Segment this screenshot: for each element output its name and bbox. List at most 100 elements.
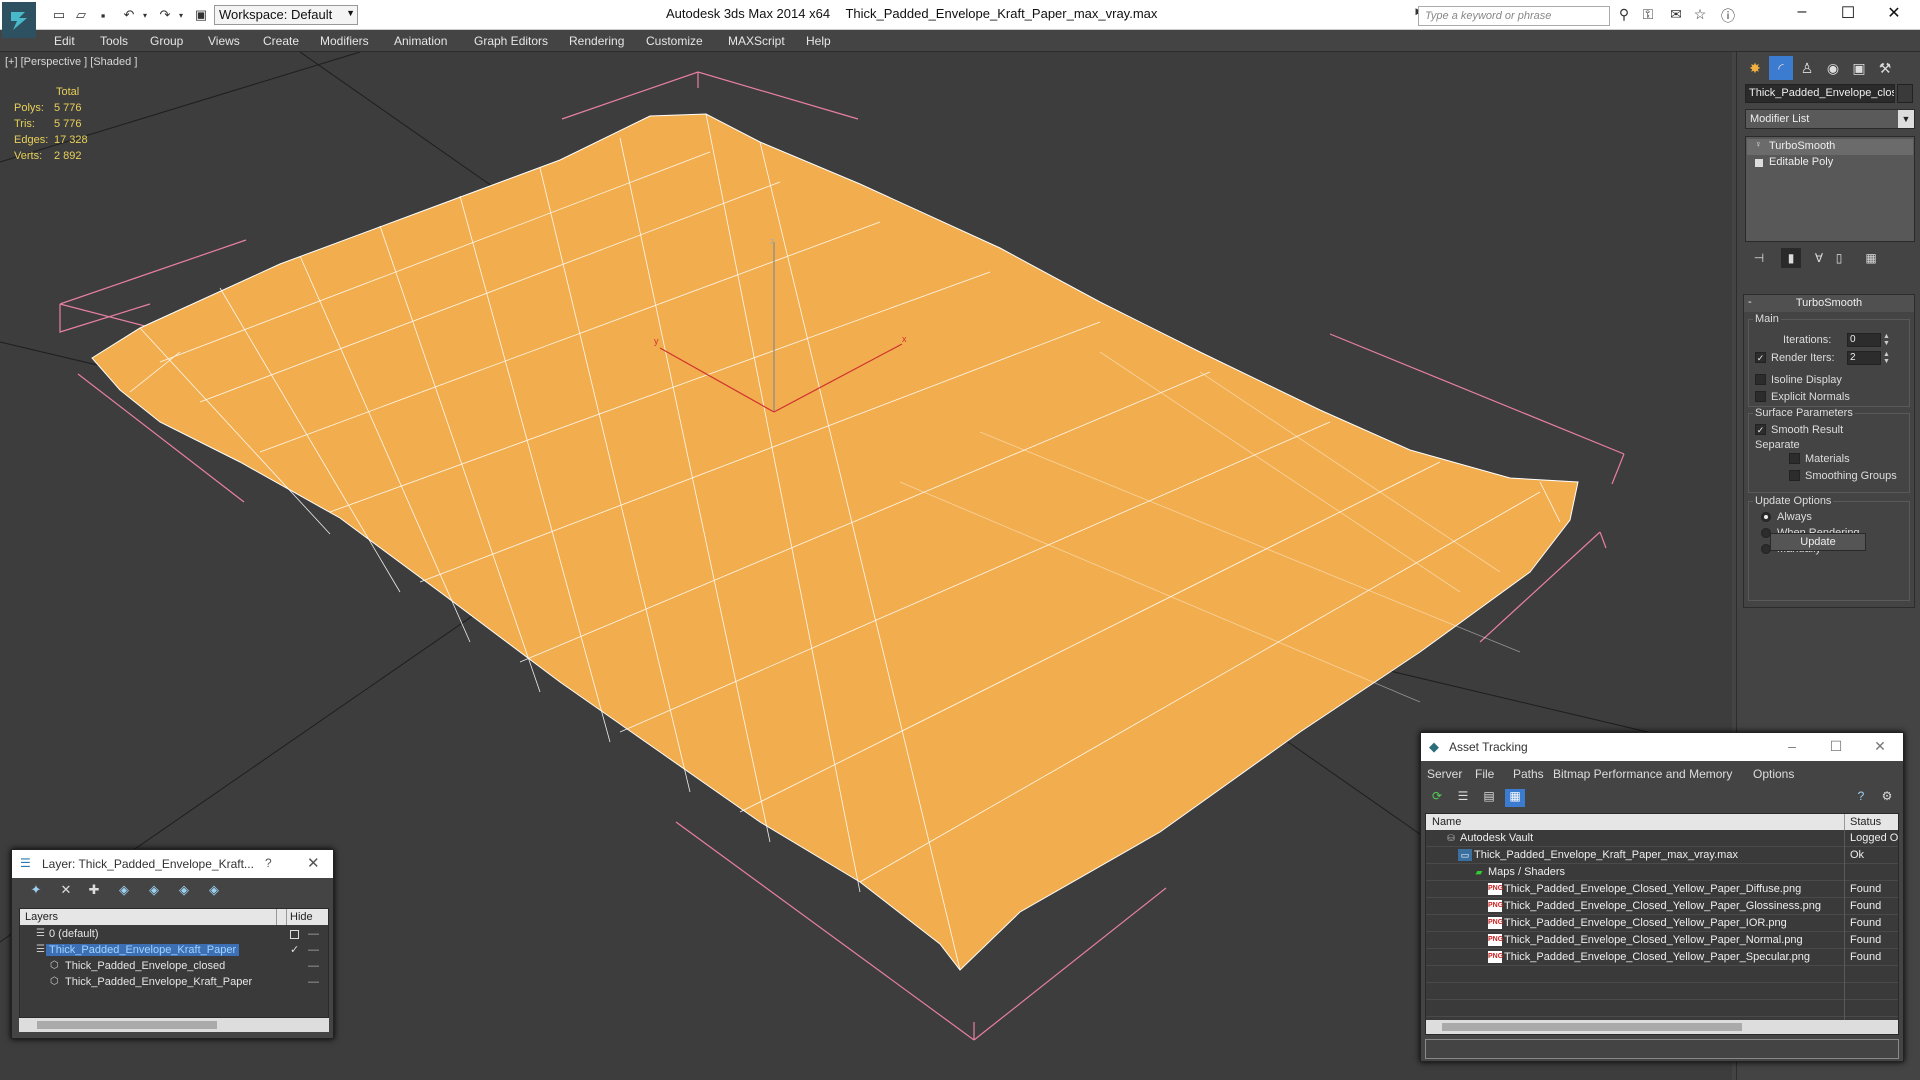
redo-dropdown-icon[interactable]: ▾ [172, 6, 190, 24]
hide-toggle[interactable]: — [308, 928, 319, 940]
materials-checkbox[interactable] [1789, 453, 1800, 464]
scroll-thumb[interactable] [1442, 1023, 1742, 1031]
col-layers[interactable]: Layers [25, 911, 58, 923]
object-name-field[interactable]: Thick_Padded_Envelope_clos [1745, 84, 1895, 103]
hide-all-icon[interactable]: ◈ [174, 882, 194, 900]
layer-window-titlebar[interactable]: ☰ Layer: Thick_Padded_Envelope_Kraft... … [12, 850, 333, 878]
minimize-button[interactable]: – [1782, 3, 1822, 25]
object-color-swatch[interactable] [1897, 84, 1913, 103]
delete-layer-icon[interactable]: ✕ [56, 882, 76, 900]
asset-row[interactable]: PNG Thick_Padded_Envelope_Closed_Yellow_P… [1426, 898, 1898, 915]
col-hide[interactable]: Hide [290, 911, 313, 923]
hierarchy-tab-icon[interactable]: ♙ [1795, 56, 1819, 80]
hide-toggle[interactable]: — [308, 960, 319, 972]
menu-rendering[interactable]: Rendering [569, 34, 624, 48]
isoline-checkbox[interactable] [1755, 374, 1766, 385]
close-icon[interactable]: ✕ [307, 854, 320, 872]
menu-customize[interactable]: Customize [646, 34, 703, 48]
app-logo-button[interactable] [2, 2, 36, 38]
update-button[interactable]: Update [1770, 533, 1866, 551]
new-layer-icon[interactable]: ✦ [26, 882, 46, 900]
smoothing-groups-checkbox[interactable] [1789, 470, 1800, 481]
expand-plus-icon[interactable] [1755, 159, 1763, 167]
col-name[interactable]: Name [1432, 816, 1461, 828]
project-folder-icon[interactable]: ▣ [192, 6, 210, 24]
help-button[interactable]: ? [265, 856, 272, 870]
explicit-normals-checkbox[interactable] [1755, 391, 1766, 402]
layer-row[interactable]: ⬡ Thick_Padded_Envelope_closed — [20, 959, 328, 975]
column-divider[interactable] [276, 909, 277, 925]
stack-item-turbosmooth[interactable]: ♀ TurboSmooth [1747, 139, 1913, 155]
maximize-button[interactable]: ☐ [1821, 738, 1851, 755]
add-to-layer-icon[interactable]: ✚ [84, 882, 104, 900]
render-iters-checkbox[interactable]: ✓ [1755, 352, 1766, 363]
utilities-tab-icon[interactable]: ⚒ [1873, 56, 1897, 80]
col-status[interactable]: Status [1850, 816, 1881, 828]
menu-views[interactable]: Views [208, 34, 240, 48]
horizontal-scrollbar[interactable] [1426, 1020, 1898, 1034]
menu-graph-editors[interactable]: Graph Editors [474, 34, 548, 48]
list-view-icon[interactable]: ☰ [1453, 789, 1473, 807]
asset-menu-options[interactable]: Options [1753, 767, 1794, 781]
menu-create[interactable]: Create [263, 34, 299, 48]
hide-toggle[interactable]: — [308, 944, 319, 956]
column-divider[interactable] [1844, 814, 1845, 830]
maximize-button[interactable]: ☐ [1828, 3, 1868, 25]
create-tab-icon[interactable]: ✸ [1743, 56, 1767, 80]
freeze-all-icon[interactable]: ◈ [204, 882, 224, 900]
always-radio[interactable] [1761, 512, 1771, 522]
settings-icon[interactable]: ⚙ [1877, 789, 1897, 807]
stack-item-editable-poly[interactable]: Editable Poly [1747, 155, 1913, 171]
asset-menu-file[interactable]: File [1475, 767, 1494, 781]
favorites-star-icon[interactable]: ☆ [1690, 6, 1710, 24]
modify-tab-icon[interactable]: ◜ [1769, 56, 1793, 80]
hide-toggle[interactable]: — [308, 976, 319, 988]
menu-tools[interactable]: Tools [100, 34, 128, 48]
viewport-label[interactable]: [+] [Perspective ] [Shaded ] [5, 56, 137, 68]
refresh-icon[interactable]: ⟳ [1427, 789, 1447, 807]
binoculars-icon[interactable]: ⚲ [1614, 6, 1634, 24]
select-in-layer-icon[interactable]: ◈ [114, 882, 134, 900]
menu-edit[interactable]: Edit [54, 34, 75, 48]
current-layer-icon[interactable] [290, 930, 299, 939]
asset-window-titlebar[interactable]: ◆ Asset Tracking – ☐ ✕ [1421, 733, 1903, 761]
scroll-thumb[interactable] [37, 1021, 217, 1029]
lightbulb-icon[interactable]: ♀ [1755, 139, 1763, 149]
asset-row[interactable]: PNG Thick_Padded_Envelope_Closed_Yellow_P… [1426, 881, 1898, 898]
asset-row[interactable]: PNG Thick_Padded_Envelope_Closed_Yellow_P… [1426, 915, 1898, 932]
display-tab-icon[interactable]: ▣ [1847, 56, 1871, 80]
motion-tab-icon[interactable]: ◉ [1821, 56, 1845, 80]
search-input[interactable]: Type a keyword or phrase [1418, 6, 1610, 26]
spinner-arrows-icon[interactable]: ▲ ▼ [1883, 351, 1891, 365]
spinner-arrows-icon[interactable]: ▲ ▼ [1883, 333, 1891, 347]
close-button[interactable]: ✕ [1865, 738, 1895, 755]
highlight-layer-icon[interactable]: ◈ [144, 882, 164, 900]
layer-name[interactable]: Thick_Padded_Envelope_Kraft_Paper [62, 976, 255, 988]
pin-stack-icon[interactable]: ⊣ [1749, 248, 1769, 268]
thumbnail-view-icon[interactable]: ▤ [1479, 789, 1499, 807]
smooth-result-checkbox[interactable]: ✓ [1755, 424, 1766, 435]
subscription-icon[interactable]: ⚿ [1638, 6, 1658, 24]
new-file-icon[interactable]: ▭ [50, 6, 68, 24]
layer-row[interactable]: ☰ 0 (default) — [20, 927, 328, 943]
menu-group[interactable]: Group [150, 34, 183, 48]
asset-row[interactable]: ▰ Maps / Shaders [1426, 864, 1898, 881]
asset-row[interactable]: PNG Thick_Padded_Envelope_Closed_Yellow_P… [1426, 949, 1898, 966]
undo-dropdown-icon[interactable]: ▾ [136, 6, 154, 24]
asset-menu-paths[interactable]: Paths [1513, 767, 1544, 781]
make-unique-icon[interactable]: ∀ [1809, 248, 1829, 268]
column-divider[interactable] [286, 909, 287, 925]
table-view-icon[interactable]: ▦ [1505, 789, 1525, 807]
minimize-button[interactable]: – [1777, 738, 1807, 754]
asset-menu-bitmap-performance-and-memory[interactable]: Bitmap Performance and Memory [1553, 767, 1732, 781]
remove-modifier-icon[interactable]: ▯ [1829, 248, 1849, 268]
menu-help[interactable]: Help [806, 34, 831, 48]
asset-menu-server[interactable]: Server [1427, 767, 1462, 781]
layer-name[interactable]: Thick_Padded_Envelope_closed [62, 960, 228, 972]
modifier-list-dropdown[interactable]: Modifier List ▼ [1745, 109, 1915, 129]
render-iters-spinner[interactable]: 2 [1847, 351, 1881, 365]
help-icon[interactable]: ⓘ [1718, 6, 1738, 24]
layer-row[interactable]: ☰ Thick_Padded_Envelope_Kraft_Paper — ✓ [20, 943, 328, 959]
menu-modifiers[interactable]: Modifiers [320, 34, 369, 48]
layer-row[interactable]: ⬡ Thick_Padded_Envelope_Kraft_Paper — [20, 975, 328, 991]
